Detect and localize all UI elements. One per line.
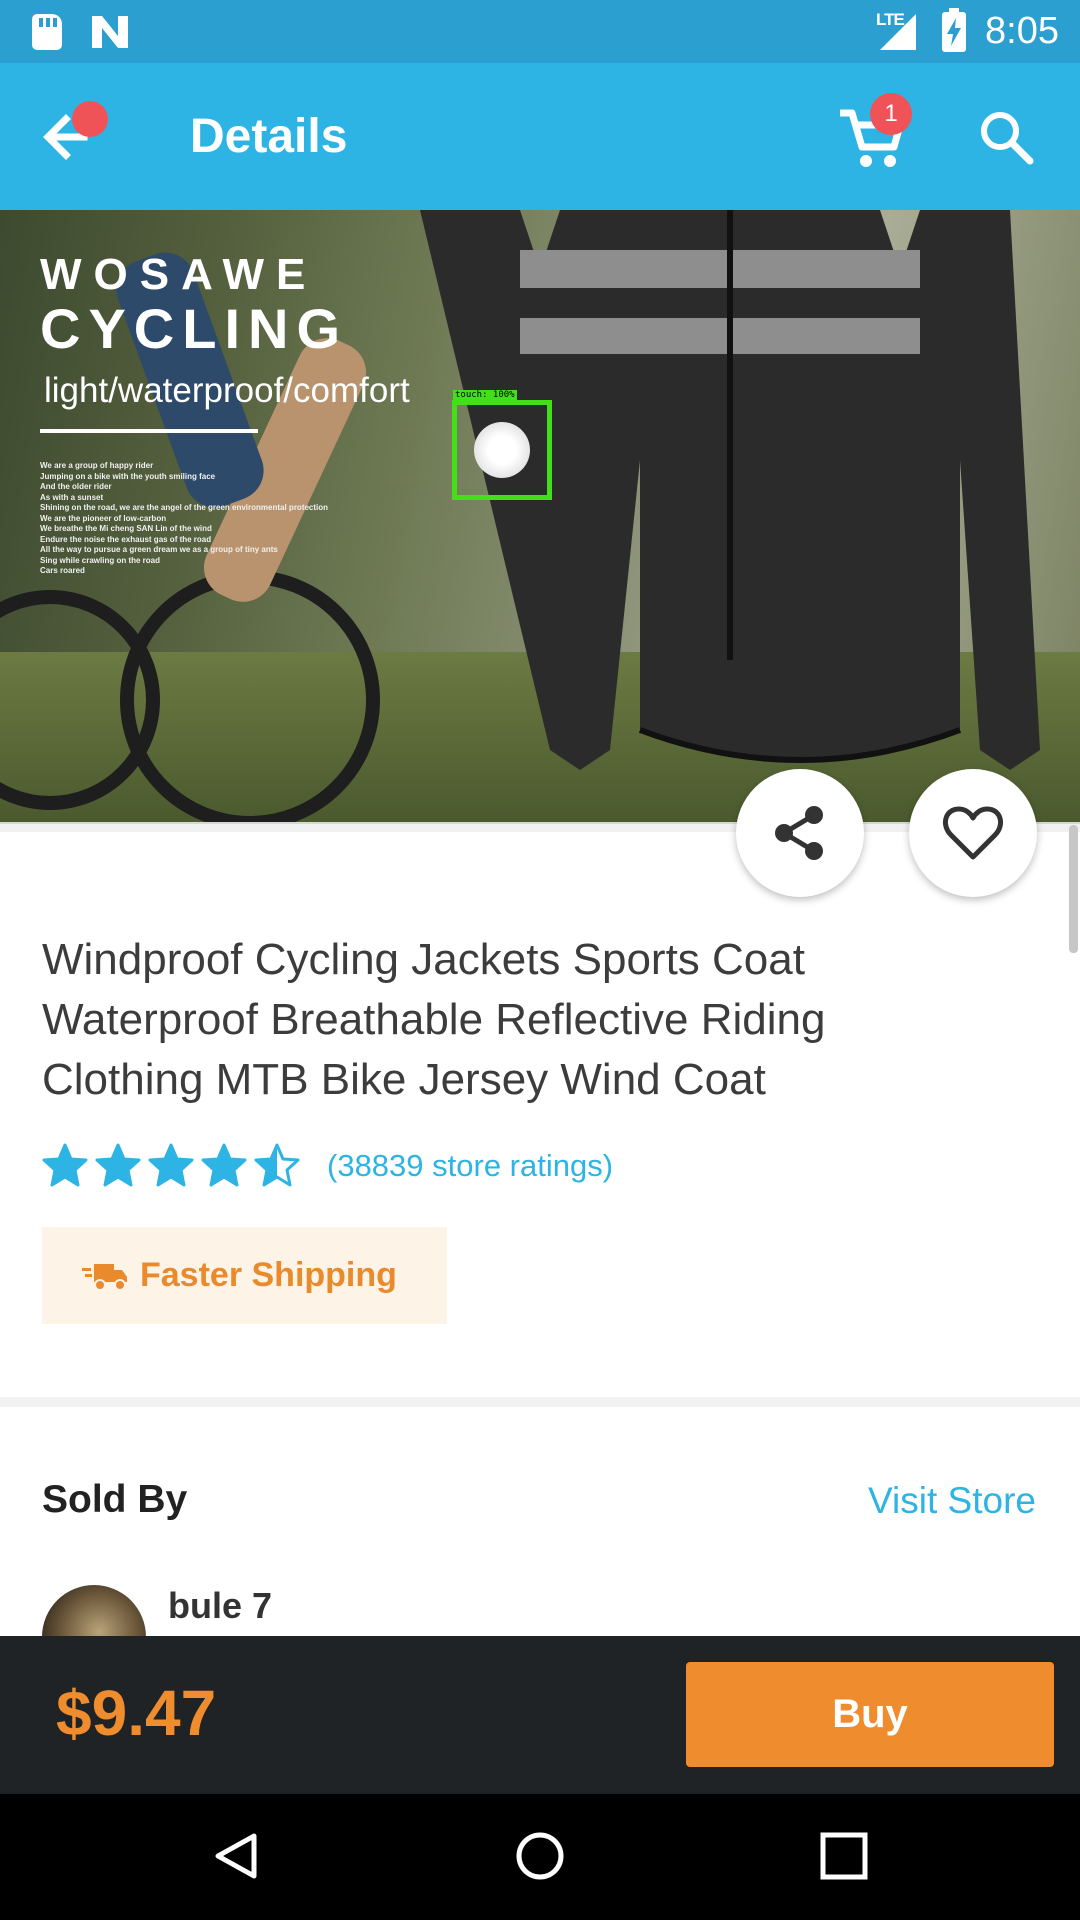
hero-poem-line: Endure the noise the exhaust gas of the … xyxy=(40,534,212,544)
share-icon xyxy=(775,806,823,860)
hero-divider-line xyxy=(40,429,258,433)
product-title: Windproof Cycling Jackets Sports Coat Wa… xyxy=(42,935,826,1104)
hero-tagline: light/waterproof/comfort xyxy=(44,371,410,410)
hero-poem-line: Cars roared xyxy=(40,566,85,575)
section-divider xyxy=(0,1397,1080,1407)
hero-poem-line: Jumping on a bike with the youth smiling… xyxy=(40,471,216,481)
star-half-icon xyxy=(254,1143,300,1187)
status-time: 8:05 xyxy=(985,10,1059,52)
sd-card-icon xyxy=(32,14,62,50)
app-bar: Details 1 xyxy=(0,63,1080,210)
sold-by-heading: Sold By xyxy=(42,1478,188,1521)
nav-home-icon[interactable] xyxy=(514,1830,566,1882)
hero-poem-line: All the way to pursue a green dream we a… xyxy=(40,545,278,554)
buy-bar: $9.47 Buy xyxy=(0,1636,1080,1794)
battery-charging-icon xyxy=(942,8,966,52)
hero-poem-line: As with a sunset xyxy=(40,492,104,502)
product-image[interactable]: WOSAWE CYCLING light/waterproof/comfort … xyxy=(0,210,1080,822)
hero-poem-line: We are a group of happy rider xyxy=(40,461,154,470)
hero-poem-line: Sing while crawling on the road xyxy=(40,555,161,565)
hero-brand-line2: CYCLING xyxy=(40,297,348,360)
hero-text-block: WOSAWE CYCLING light/waterproof/comfort … xyxy=(40,250,410,577)
notification-n-icon xyxy=(92,16,128,48)
network-type: LTE xyxy=(876,10,905,29)
nav-recents-icon[interactable] xyxy=(818,1830,870,1882)
shipping-label: Faster Shipping xyxy=(140,1256,397,1294)
touch-indicator-label: touch: 100% xyxy=(453,390,517,400)
page-title: Details xyxy=(190,110,348,163)
nav-back-icon[interactable] xyxy=(210,1830,262,1882)
cart-count-badge: 1 xyxy=(870,93,912,135)
hero-poem: We are a group of happy rider Jumping on… xyxy=(40,461,410,577)
hero-poem-line: Shining on the road, we are the angel of… xyxy=(40,503,329,512)
truck-icon xyxy=(82,1263,127,1291)
hero-brand-line1: WOSAWE xyxy=(40,250,318,299)
star-rating xyxy=(42,1143,307,1189)
hero-poem-line: We breathe the Mi cheng SAN Lin of the w… xyxy=(40,524,212,533)
hero-poem-line: We are the pioneer of low-carbon xyxy=(40,513,167,523)
store-ratings-link[interactable]: (38839 store ratings) xyxy=(327,1148,613,1184)
seller-name[interactable]: bule 7 xyxy=(168,1585,272,1627)
star-full-icon xyxy=(42,1143,88,1187)
scrollbar[interactable] xyxy=(1069,825,1078,953)
faster-shipping-badge: Faster Shipping xyxy=(42,1227,447,1324)
visit-store-link[interactable]: Visit Store xyxy=(868,1480,1036,1522)
rating-row[interactable]: (38839 store ratings) xyxy=(42,1140,613,1192)
share-button[interactable] xyxy=(736,769,864,897)
system-nav-bar xyxy=(0,1794,1080,1920)
star-full-icon xyxy=(95,1143,141,1187)
status-bar: LTE 8:05 xyxy=(0,0,1080,63)
price: $9.47 xyxy=(56,1677,217,1749)
star-full-icon xyxy=(148,1143,194,1187)
notification-dot xyxy=(72,101,108,137)
touch-point xyxy=(474,422,530,478)
heart-icon xyxy=(942,806,1004,860)
hero-poem-line: And the older rider xyxy=(40,482,112,491)
buy-button[interactable]: Buy xyxy=(686,1662,1054,1767)
search-icon[interactable] xyxy=(976,107,1036,167)
favorite-button[interactable] xyxy=(909,769,1037,897)
star-full-icon xyxy=(201,1143,247,1187)
